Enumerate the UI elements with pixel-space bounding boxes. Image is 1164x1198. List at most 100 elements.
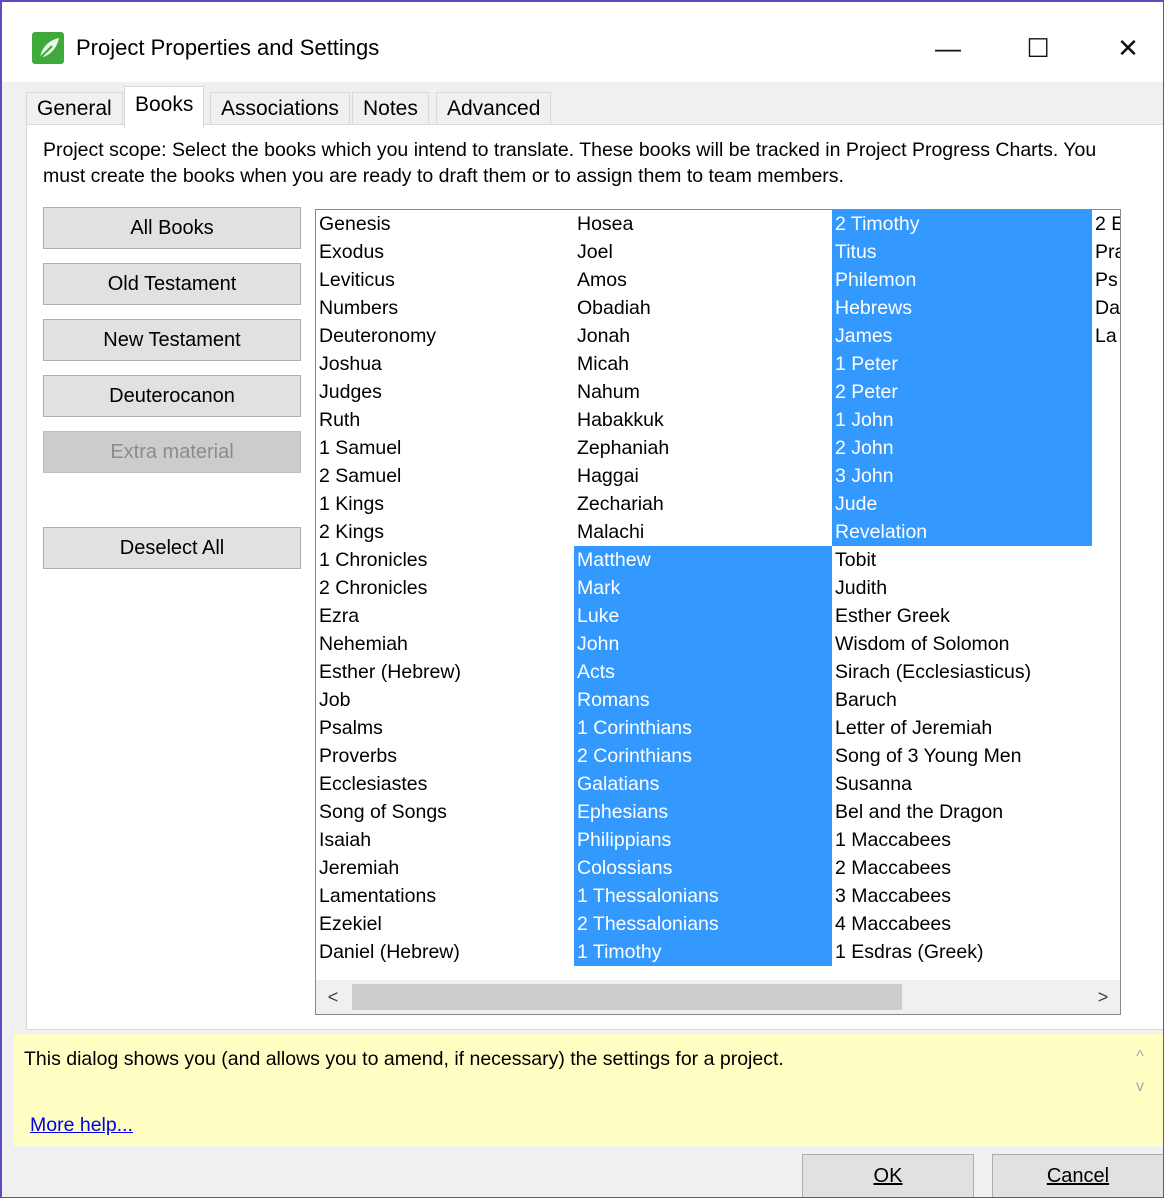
book-list-item[interactable]: Obadiah — [574, 294, 832, 322]
book-list-item[interactable]: Habakkuk — [574, 406, 832, 434]
book-list-item[interactable]: Titus — [832, 238, 1092, 266]
book-list-item[interactable]: Ecclesiastes — [316, 770, 574, 798]
books-listbox[interactable]: Genesis Exodus Leviticus Numbers Deuteronomy… — [315, 209, 1121, 1015]
book-list-item[interactable]: Matthew — [574, 546, 832, 574]
book-list-item[interactable]: 1 Chronicles — [316, 546, 574, 574]
book-list-item[interactable]: Deuteronomy — [316, 322, 574, 350]
book-list-item[interactable]: 4 Maccabees — [832, 910, 1092, 938]
book-list-item[interactable]: Job — [316, 686, 574, 714]
deselect-all-button[interactable]: Deselect All — [43, 527, 301, 569]
book-list-item[interactable]: Ephesians — [574, 798, 832, 826]
new-testament-button[interactable]: New Testament — [43, 319, 301, 361]
book-list-item[interactable]: 1 John — [832, 406, 1092, 434]
book-list-item[interactable]: 3 Maccabees — [832, 882, 1092, 910]
book-list-item[interactable]: Genesis — [316, 210, 574, 238]
book-list-item[interactable]: Romans — [574, 686, 832, 714]
book-list-item[interactable]: Pra — [1092, 238, 1120, 266]
book-list-item[interactable]: Joshua — [316, 350, 574, 378]
book-list-item[interactable]: 2 Maccabees — [832, 854, 1092, 882]
title-bar[interactable]: Project Properties and Settings — ☐ ✕ — [2, 2, 1163, 82]
book-list-item[interactable]: 2 E — [1092, 210, 1120, 238]
book-list-item[interactable]: La — [1092, 322, 1120, 350]
book-list-item[interactable]: Haggai — [574, 462, 832, 490]
book-list-item[interactable]: Ezra — [316, 602, 574, 630]
book-list-item[interactable]: 2 Peter — [832, 378, 1092, 406]
book-list-item[interactable]: Bel and the Dragon — [832, 798, 1092, 826]
book-list-item[interactable]: Sirach (Ecclesiasticus) — [832, 658, 1092, 686]
book-list-item[interactable]: Wisdom of Solomon — [832, 630, 1092, 658]
book-list-item[interactable]: Zephaniah — [574, 434, 832, 462]
cancel-button[interactable]: Cancel — [992, 1154, 1163, 1197]
book-list-item[interactable]: Esther Greek — [832, 602, 1092, 630]
maximize-button[interactable]: ☐ — [1008, 24, 1068, 72]
book-list-item[interactable]: Colossians — [574, 854, 832, 882]
book-list-item[interactable]: Ruth — [316, 406, 574, 434]
book-list-item[interactable]: 1 Esdras (Greek) — [832, 938, 1092, 966]
book-list-item[interactable]: 2 Thessalonians — [574, 910, 832, 938]
horizontal-scrollbar[interactable]: < > — [316, 980, 1120, 1014]
book-list-item[interactable]: Da — [1092, 294, 1120, 322]
more-help-link[interactable]: More help... — [30, 1114, 133, 1137]
book-list-item[interactable]: Judges — [316, 378, 574, 406]
book-list-item[interactable]: Song of 3 Young Men — [832, 742, 1092, 770]
book-list-item[interactable]: 1 Samuel — [316, 434, 574, 462]
book-list-item[interactable]: Leviticus — [316, 266, 574, 294]
tab-books[interactable]: Books — [124, 86, 205, 128]
book-list-item[interactable]: Acts — [574, 658, 832, 686]
book-list-item[interactable]: 1 Maccabees — [832, 826, 1092, 854]
book-list-item[interactable]: 2 Timothy — [832, 210, 1092, 238]
book-list-item[interactable]: Mark — [574, 574, 832, 602]
book-list-item[interactable]: 2 Chronicles — [316, 574, 574, 602]
book-list-item[interactable]: Judith — [832, 574, 1092, 602]
book-list-item[interactable]: Revelation — [832, 518, 1092, 546]
book-list-item[interactable]: Jude — [832, 490, 1092, 518]
book-list-item[interactable]: Philemon — [832, 266, 1092, 294]
close-button[interactable]: ✕ — [1098, 24, 1158, 72]
book-list-item[interactable]: Nehemiah — [316, 630, 574, 658]
book-list-item[interactable]: 1 Peter — [832, 350, 1092, 378]
book-list-item[interactable]: Luke — [574, 602, 832, 630]
book-list-item[interactable]: 2 Kings — [316, 518, 574, 546]
deuterocanon-button[interactable]: Deuterocanon — [43, 375, 301, 417]
tab-general[interactable]: General — [26, 92, 123, 126]
book-list-item[interactable]: 1 Timothy — [574, 938, 832, 966]
book-list-item[interactable]: 1 Corinthians — [574, 714, 832, 742]
book-list-item[interactable]: 2 Samuel — [316, 462, 574, 490]
book-list-item[interactable]: 3 John — [832, 462, 1092, 490]
minimize-button[interactable]: — — [918, 24, 978, 72]
book-list-item[interactable]: Ps — [1092, 266, 1120, 294]
book-list-item[interactable]: Micah — [574, 350, 832, 378]
book-list-item[interactable]: Ezekiel — [316, 910, 574, 938]
help-scroll-up-icon[interactable]: ^ — [1128, 1048, 1152, 1072]
old-testament-button[interactable]: Old Testament — [43, 263, 301, 305]
book-list-item[interactable]: Exodus — [316, 238, 574, 266]
book-list-item[interactable]: Joel — [574, 238, 832, 266]
scroll-left-icon[interactable]: < — [316, 980, 350, 1014]
book-list-item[interactable]: Numbers — [316, 294, 574, 322]
book-list-item[interactable]: Baruch — [832, 686, 1092, 714]
ok-button[interactable]: OK — [802, 1154, 974, 1197]
book-list-item[interactable]: Galatians — [574, 770, 832, 798]
book-list-item[interactable]: Psalms — [316, 714, 574, 742]
tab-notes[interactable]: Notes — [352, 92, 429, 126]
book-list-item[interactable]: 2 Corinthians — [574, 742, 832, 770]
book-list-item[interactable]: Hosea — [574, 210, 832, 238]
book-list-item[interactable]: Susanna — [832, 770, 1092, 798]
book-list-item[interactable]: Amos — [574, 266, 832, 294]
book-list-item[interactable]: Philippians — [574, 826, 832, 854]
book-list-item[interactable]: Daniel (Hebrew) — [316, 938, 574, 966]
book-list-item[interactable]: James — [832, 322, 1092, 350]
tab-advanced[interactable]: Advanced — [436, 92, 552, 126]
book-list-item[interactable]: Malachi — [574, 518, 832, 546]
book-list-item[interactable]: Tobit — [832, 546, 1092, 574]
book-list-item[interactable]: 1 Kings — [316, 490, 574, 518]
all-books-button[interactable]: All Books — [43, 207, 301, 249]
book-list-item[interactable]: Song of Songs — [316, 798, 574, 826]
book-list-item[interactable]: 2 John — [832, 434, 1092, 462]
scrollbar-thumb[interactable] — [352, 984, 902, 1010]
book-list-item[interactable]: Proverbs — [316, 742, 574, 770]
book-list-item[interactable]: Letter of Jeremiah — [832, 714, 1092, 742]
scroll-right-icon[interactable]: > — [1086, 980, 1120, 1014]
book-list-item[interactable]: 1 Thessalonians — [574, 882, 832, 910]
help-scroll-down-icon[interactable]: v — [1128, 1078, 1152, 1102]
